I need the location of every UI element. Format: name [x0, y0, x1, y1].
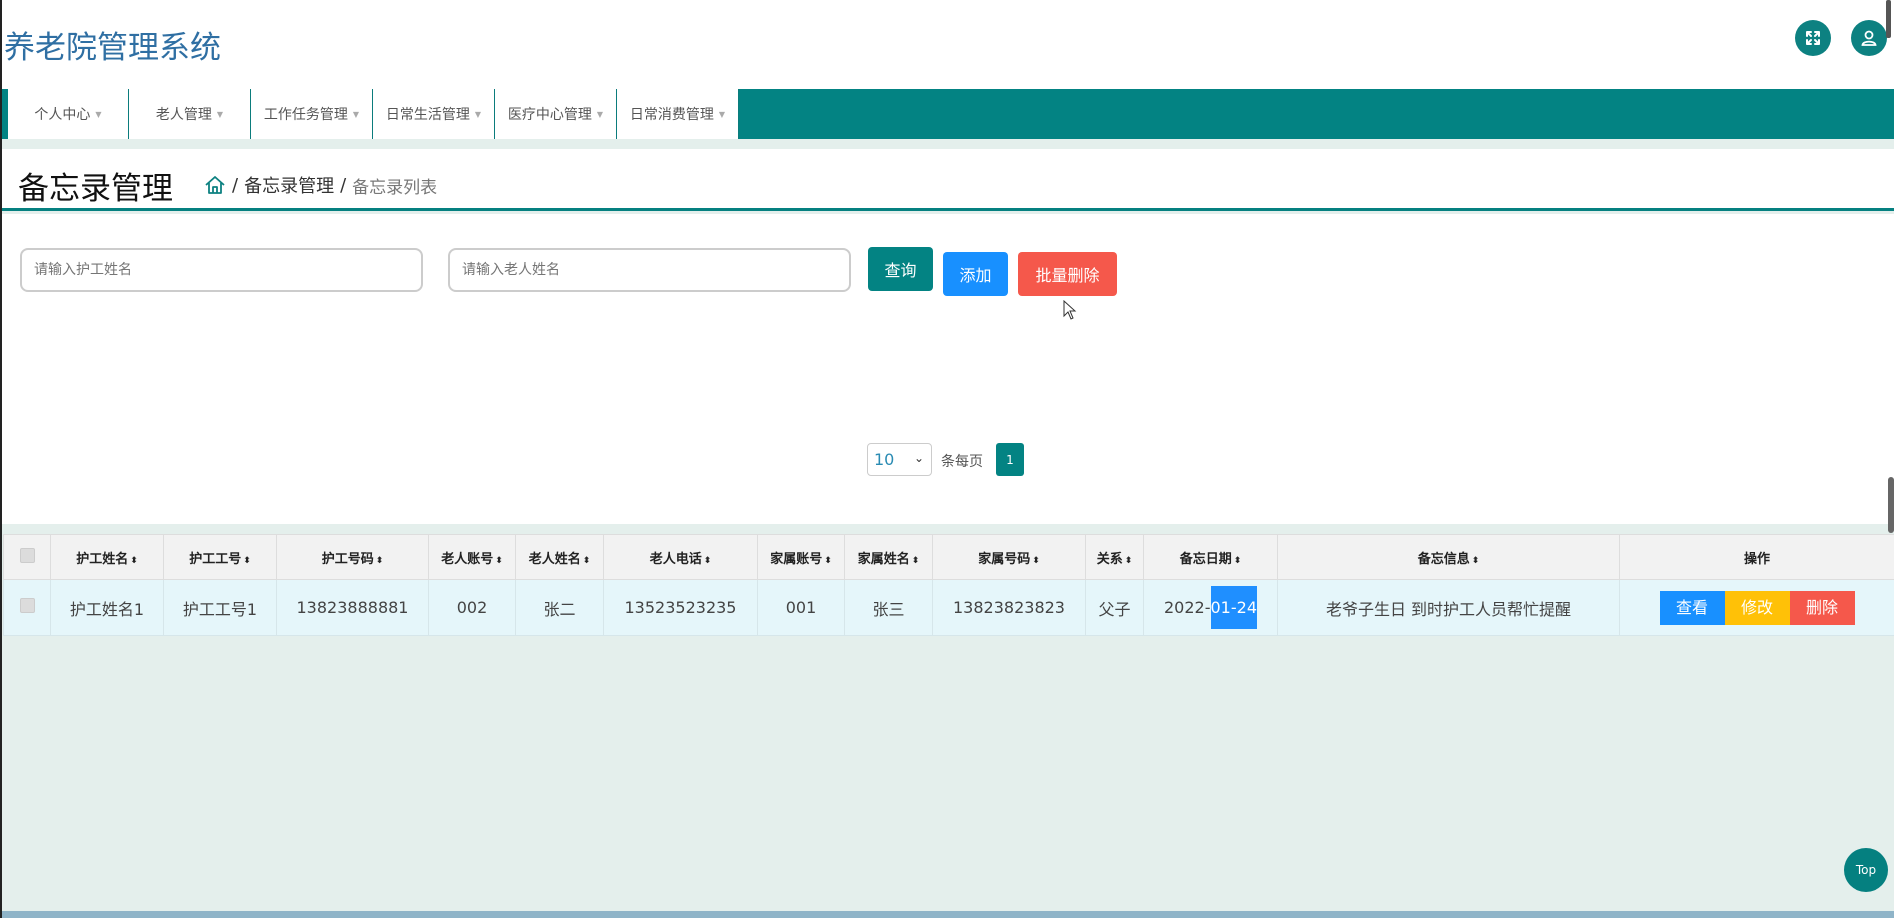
chevron-down-icon: ⌄: [913, 451, 924, 465]
edit-button[interactable]: 修改: [1724, 590, 1790, 625]
scrollbar-thumb[interactable]: [1888, 477, 1894, 533]
nav-item-elder-management[interactable]: 老人管理 ▼: [129, 89, 251, 139]
sort-icon: ⬍: [1124, 555, 1133, 566]
caret-down-icon: ▼: [95, 109, 102, 119]
user-menu-button[interactable]: [1851, 20, 1887, 56]
page-number-button[interactable]: 1: [996, 443, 1024, 476]
column-header[interactable]: 护工姓名 ⬍: [50, 534, 164, 580]
batch-delete-button[interactable]: 批量删除: [1018, 252, 1117, 296]
sort-icon: ⬍: [582, 555, 591, 566]
cell-nurse-id: 护工工号1: [163, 579, 277, 636]
delete-button[interactable]: 删除: [1789, 590, 1855, 625]
column-header[interactable]: 备忘日期 ⬍: [1143, 534, 1278, 580]
column-header[interactable]: 家属姓名 ⬍: [844, 534, 933, 580]
cell-nurse-name: 护工姓名1: [50, 579, 164, 636]
view-button[interactable]: 查看: [1659, 590, 1725, 625]
table-row: 护工姓名1 护工工号1 13823888881 002 张二 135235232…: [3, 579, 1894, 636]
taskbar-strip: [0, 911, 1894, 918]
operation-header: 操作: [1619, 534, 1894, 580]
breadcrumb-separator: /: [340, 174, 347, 196]
sort-icon: ⬍: [703, 555, 712, 566]
column-header[interactable]: 备忘信息 ⬍: [1277, 534, 1620, 580]
page-size-value: 10: [874, 450, 895, 469]
page-title: 备忘录管理: [18, 171, 173, 207]
expand-icon: [1806, 31, 1820, 45]
sort-icon: ⬍: [130, 555, 138, 566]
top-header: 养老院管理系统: [0, 0, 1894, 89]
nav-item-personal-center[interactable]: 个人中心 ▼: [8, 89, 129, 139]
scrollbar-top[interactable]: [1886, 0, 1891, 38]
column-header[interactable]: 家属账号 ⬍: [757, 534, 845, 580]
row-select-cell: [3, 579, 51, 636]
cell-elder-phone: 13523523235: [603, 579, 758, 636]
main-content: 查询 添加 批量删除 护工姓名⬍ 护工工号⬍ 护工号码⬍ 老人账号⬍ 老人姓名⬍…: [0, 214, 1894, 636]
select-all-cell: [3, 534, 51, 580]
sort-icon: ⬍: [375, 555, 384, 566]
memo-table: 护工姓名 ⬍ 护工工号 ⬍ 护工号码 ⬍ 老人账号 ⬍ 老人姓名 ⬍ 老人电话 ⬍ 家属账号…: [3, 534, 1894, 636]
app-title: 养老院管理系统: [4, 30, 221, 66]
mouse-cursor-icon: [1063, 300, 1077, 320]
cell-family-account: 001: [757, 579, 845, 636]
column-header[interactable]: 护工工号 ⬍: [163, 534, 277, 580]
select-all-checkbox[interactable]: [19, 547, 35, 563]
memo-date-text: 2022-: [1164, 598, 1211, 617]
window-left-edge: [0, 0, 2, 918]
caret-down-icon: ▼: [474, 109, 482, 119]
cell-memo-date: 2022-01-24: [1143, 579, 1278, 636]
sort-icon: ⬍: [911, 555, 920, 566]
caret-down-icon: ▼: [596, 109, 604, 119]
column-header[interactable]: 关系 ⬍: [1085, 534, 1144, 580]
nav-item-consumption-management[interactable]: 日常消费管理 ▼: [617, 89, 739, 139]
sort-icon: ⬍: [495, 555, 503, 566]
caret-down-icon: ▼: [718, 109, 726, 119]
main-nav: 个人中心 ▼ 老人管理 ▼ 工作任务管理 ▼ 日常生活管理 ▼ 医疗中心管理 ▼ 日常消费…: [0, 89, 1894, 139]
column-header[interactable]: 家属号码 ⬍: [932, 534, 1086, 580]
sort-icon: ⬍: [1471, 555, 1480, 566]
table-header-row: 护工姓名 ⬍ 护工工号 ⬍ 护工号码 ⬍ 老人账号 ⬍ 老人姓名 ⬍ 老人电话 ⬍ 家属账号…: [3, 534, 1894, 580]
page-header: 备忘录管理 / 备忘录管理 / 备忘录列表: [0, 149, 1894, 211]
query-button[interactable]: 查询: [868, 247, 933, 291]
cell-nurse-phone: 13823888881: [276, 579, 429, 636]
breadcrumb: / 备忘录管理 / 备忘录列表: [204, 172, 437, 198]
user-icon: [1861, 30, 1877, 46]
nav-item-task-management[interactable]: 工作任务管理 ▼: [251, 89, 373, 139]
column-header[interactable]: 老人姓名 ⬍: [515, 534, 604, 580]
nav-item-medical-center-management[interactable]: 医疗中心管理 ▼: [495, 89, 617, 139]
per-page-label: 条每页: [941, 454, 983, 470]
caret-down-icon: ▼: [352, 109, 360, 119]
breadcrumb-parent[interactable]: 备忘录管理: [244, 172, 334, 198]
home-icon[interactable]: [204, 174, 226, 196]
cell-family-phone: 13823823823: [932, 579, 1086, 636]
column-header[interactable]: 老人账号 ⬍: [428, 534, 516, 580]
sort-icon: ⬍: [243, 555, 251, 566]
cell-operations: 查看 修改 删除: [1619, 579, 1894, 636]
column-header[interactable]: 护工号码 ⬍: [276, 534, 429, 580]
row-checkbox[interactable]: [19, 598, 35, 613]
fullscreen-button[interactable]: [1795, 20, 1831, 56]
sort-icon: ⬍: [1032, 555, 1040, 566]
elder-name-search-input[interactable]: [448, 248, 851, 292]
cell-memo-info: 老爷子生日 到时护工人员帮忙提醒: [1277, 579, 1620, 636]
page-size-select[interactable]: 10 ⌄: [867, 443, 932, 476]
column-header[interactable]: 老人电话 ⬍: [603, 534, 758, 580]
caret-down-icon: ▼: [216, 109, 224, 119]
sort-icon: ⬍: [1233, 555, 1242, 566]
sort-icon: ⬍: [824, 555, 832, 566]
cell-family-name: 张三: [844, 579, 933, 636]
nav-divider: [0, 139, 1894, 149]
memo-date-selected-text: 01-24: [1210, 586, 1257, 629]
back-to-top-button[interactable]: Top: [1844, 848, 1888, 892]
add-button[interactable]: 添加: [943, 252, 1008, 296]
cell-elder-name: 张二: [515, 579, 604, 636]
breadcrumb-current: 备忘录列表: [352, 177, 438, 198]
breadcrumb-separator: /: [232, 174, 239, 196]
nav-item-daily-life-management[interactable]: 日常生活管理 ▼: [373, 89, 495, 139]
nurse-name-search-input[interactable]: [20, 248, 423, 292]
cell-relation: 父子: [1085, 579, 1144, 636]
cell-elder-account: 002: [428, 579, 516, 636]
